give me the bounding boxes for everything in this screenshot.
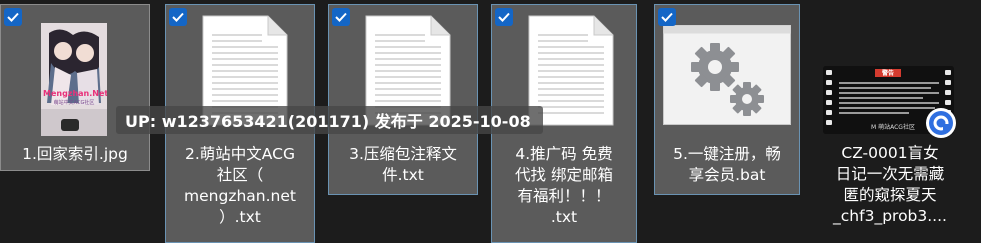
- file-item-3[interactable]: 3.压缩包注释文 件.txt: [328, 4, 478, 195]
- checkmark-icon[interactable]: [332, 8, 350, 26]
- file-name: 3.压缩包注释文 件.txt: [349, 145, 457, 184]
- uploader-banner: UP: w1237653421(201171) 发布于 2025-10-08: [116, 106, 543, 134]
- checkmark-icon[interactable]: [495, 8, 513, 26]
- uploader-text: UP: w1237653421(201171) 发布于 2025-10-08: [125, 112, 531, 131]
- file-item-1[interactable]: Mengzhan.Net 萌站中文ACG社区 1.回家索引.jpg: [0, 4, 150, 171]
- checkmark-icon[interactable]: [4, 8, 22, 26]
- file-name: 5.一键注册，畅 享会员.bat: [673, 145, 781, 184]
- file-name: 1.回家索引.jpg: [22, 145, 128, 163]
- image-thumbnail: Mengzhan.Net 萌站中文ACG社区: [41, 23, 107, 136]
- poster-sub-text: 萌站中文ACG社区: [53, 100, 95, 106]
- file-item-5[interactable]: 5.一键注册，畅 享会员.bat: [654, 4, 800, 195]
- checkmark-icon[interactable]: [169, 8, 187, 26]
- checkmark-icon[interactable]: [658, 8, 676, 26]
- cloud-sync-icon: [926, 108, 956, 138]
- poster-site-text: Mengzhan.Net: [43, 89, 107, 98]
- file-name: 2.萌站中文ACG 社区（ mengzhan.net ）.txt: [184, 145, 296, 226]
- video-title-text: 警告: [881, 70, 894, 77]
- video-footer-text: M 萌站ACG社区: [871, 124, 915, 131]
- file-name: 4.推广码 免费 代找 绑定邮箱 有福利！！！ .txt: [515, 145, 613, 226]
- gears-icon: [663, 25, 791, 125]
- file-name: CZ-0001盲女 日记一次无需藏 匿的窥探夏天 _chf3_prob3....: [833, 144, 947, 225]
